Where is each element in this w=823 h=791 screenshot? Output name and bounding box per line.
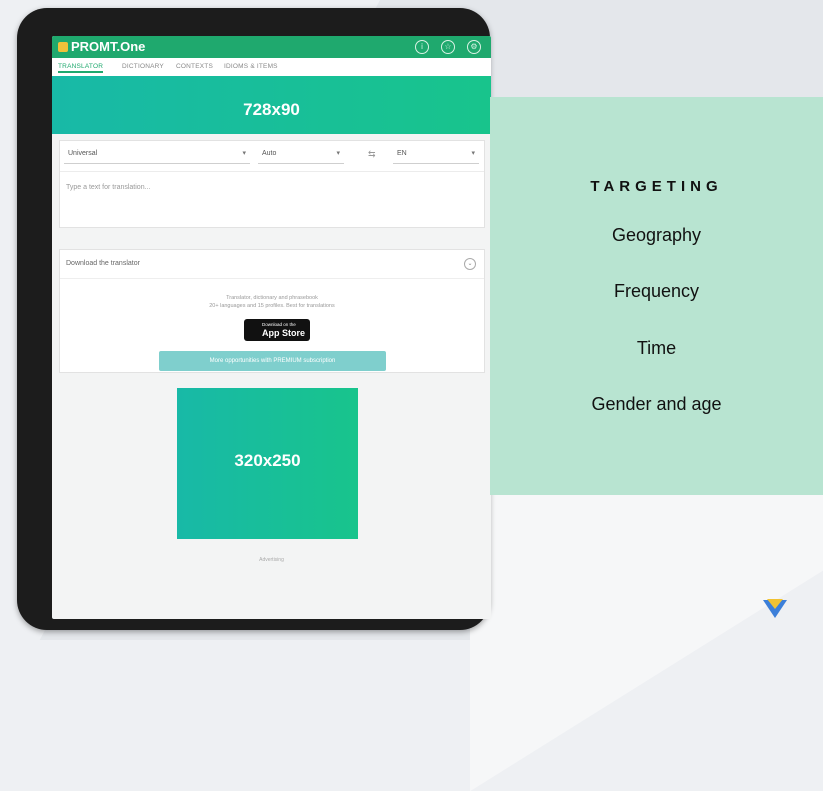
info-icon[interactable]: i xyxy=(415,40,429,54)
settings-icon[interactable]: ⚙ xyxy=(467,40,481,54)
targeting-title: TARGETING xyxy=(590,178,723,195)
targeting-item: Time xyxy=(636,338,677,358)
download-title: Download the translator xyxy=(66,260,140,267)
translation-input[interactable]: Type a text for translation... xyxy=(66,184,150,191)
star-icon[interactable]: ☆ xyxy=(441,40,455,54)
premium-button[interactable]: More opportunities with PREMIUM subscrip… xyxy=(159,351,386,371)
divider xyxy=(60,171,484,172)
logo-triangle-icon xyxy=(767,599,783,609)
app-header: PROMT.One i ☆ ⚙ xyxy=(52,36,491,58)
tab-dictionary[interactable]: DICTIONARY xyxy=(122,63,164,70)
download-description: Translator, dictionary and phrasebook xyxy=(226,295,318,301)
app-store-button[interactable]: Download on the App Store xyxy=(244,319,310,341)
ad-banner-top[interactable]: 728x90 xyxy=(52,76,491,134)
tab-idioms[interactable]: IDIOMS & ITEMS xyxy=(224,63,278,70)
download-description: 20+ languages and 15 profiles. Best for … xyxy=(209,303,335,309)
targeting-item: Gender and age xyxy=(591,394,722,414)
tablet-screen: PROMT.One i ☆ ⚙ TRANSLATOR DICTIONARY CO… xyxy=(52,36,491,619)
ad-banner-side[interactable]: 320x250 xyxy=(177,388,358,539)
chevron-down-icon: ▾ xyxy=(336,150,340,157)
translator-card: Universal ▾ Auto ▾ ⇆ EN ▾ Type a text fo… xyxy=(59,140,485,228)
source-language-select[interactable]: Auto ▾ xyxy=(258,147,344,164)
chevron-down-icon[interactable]: ⌄ xyxy=(464,258,476,270)
targeting-item: Geography xyxy=(611,225,702,245)
targeting-item: Frequency xyxy=(613,281,700,301)
tab-translator[interactable]: TRANSLATOR xyxy=(58,63,104,73)
download-card: Download the translator ⌄ Translator, di… xyxy=(59,249,485,373)
targeting-panel: TARGETING Geography Frequency Time Gende… xyxy=(490,97,823,495)
nav-tabs: TRANSLATOR DICTIONARY CONTEXTS IDIOMS & … xyxy=(52,58,491,77)
target-language-select[interactable]: EN ▾ xyxy=(393,147,479,164)
promt-logo-icon xyxy=(58,42,68,52)
ad-footer-label: Advertising xyxy=(259,557,284,563)
chevron-down-icon: ▾ xyxy=(471,150,475,157)
swap-languages-icon[interactable]: ⇆ xyxy=(368,149,376,160)
divider xyxy=(60,278,484,279)
chevron-down-icon: ▾ xyxy=(242,150,246,157)
tab-contexts[interactable]: CONTEXTS xyxy=(176,63,213,70)
tablet-frame: PROMT.One i ☆ ⚙ TRANSLATOR DICTIONARY CO… xyxy=(17,8,491,630)
app-logo[interactable]: PROMT.One xyxy=(58,39,145,54)
ad-size-label: 320x250 xyxy=(234,451,301,470)
topic-select[interactable]: Universal ▾ xyxy=(64,147,250,164)
ad-size-label: 728x90 xyxy=(243,100,300,119)
